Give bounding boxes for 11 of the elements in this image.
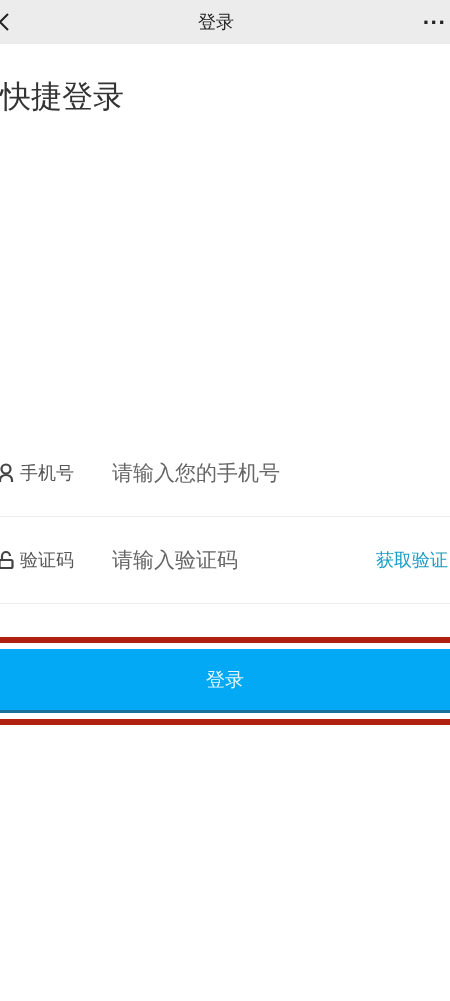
input-field[interactable]: 请输入验证码 [112,548,376,572]
login-button[interactable]: 登录 [0,649,450,713]
person-icon [0,463,14,483]
get-code-link[interactable]: 获取验证 [376,548,448,572]
page-title: 登录 [198,10,235,34]
field-label: 验证码 [20,548,75,572]
lock-icon [0,550,14,570]
more-button[interactable]: ··· [422,11,446,33]
field-label: 手机号 [20,461,75,485]
input-field[interactable]: 请输入您的手机号 [112,461,450,485]
back-icon[interactable] [0,12,10,32]
